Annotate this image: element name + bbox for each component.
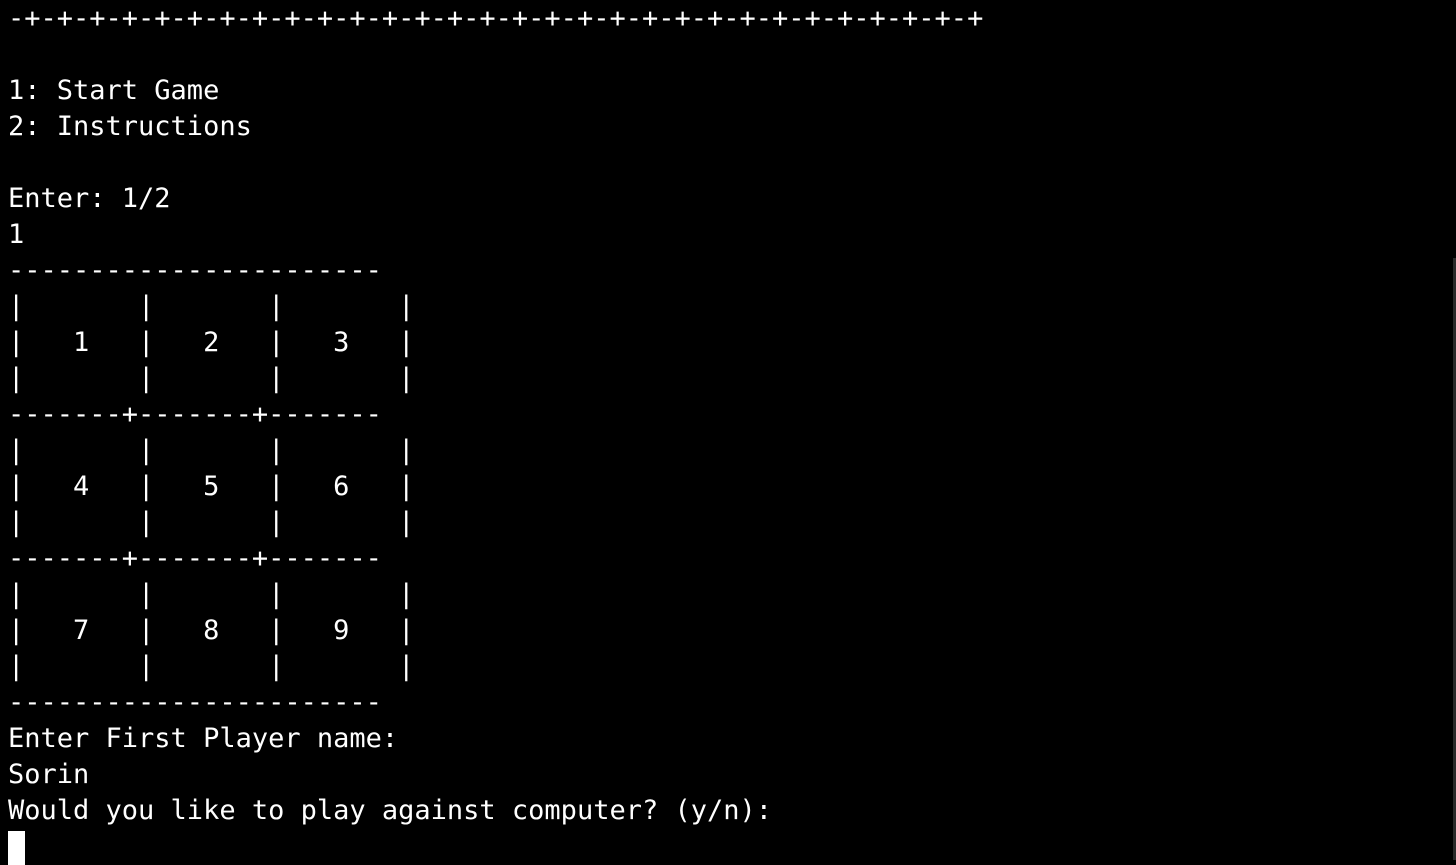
terminal-output: -+-+-+-+-+-+-+-+-+-+-+-+-+-+-+-+-+-+-+-+… [8,0,1448,865]
board-row-2-cells: | 4 | 5 | 6 | [8,471,415,502]
board-row-3-bottom: | | | | [8,651,415,682]
opponent-prompt: Would you like to play against computer?… [8,795,773,826]
board-row-3-top: | | | | [8,579,415,610]
board-row-separator: -------+-------+------- [8,543,382,574]
player-name-prompt: Enter First Player name: [8,723,399,754]
board-row-1-top: | | | | [8,291,415,322]
board-row-2-bottom: | | | | [8,507,415,538]
board-row-1-cells: | 1 | 2 | 3 | [8,327,415,358]
player-name-echo: Sorin [8,759,90,790]
menu-input-echo: 1 [8,219,25,250]
board-border-top: ----------------------- [8,255,382,286]
board-row-separator: -------+-------+------- [8,399,382,430]
banner-line: -+-+-+-+-+-+-+-+-+-+-+-+-+-+-+-+-+-+-+-+… [8,3,984,34]
menu-option-instructions: 2: Instructions [8,111,252,142]
board-border-bottom: ----------------------- [8,687,382,718]
menu-prompt: Enter: 1/2 [8,183,171,214]
menu-option-start-game: 1: Start Game [8,75,220,106]
board-row-3-cells: | 7 | 8 | 9 | [8,615,415,646]
board-row-1-bottom: | | | | [8,363,415,394]
board-row-2-top: | | | | [8,435,415,466]
